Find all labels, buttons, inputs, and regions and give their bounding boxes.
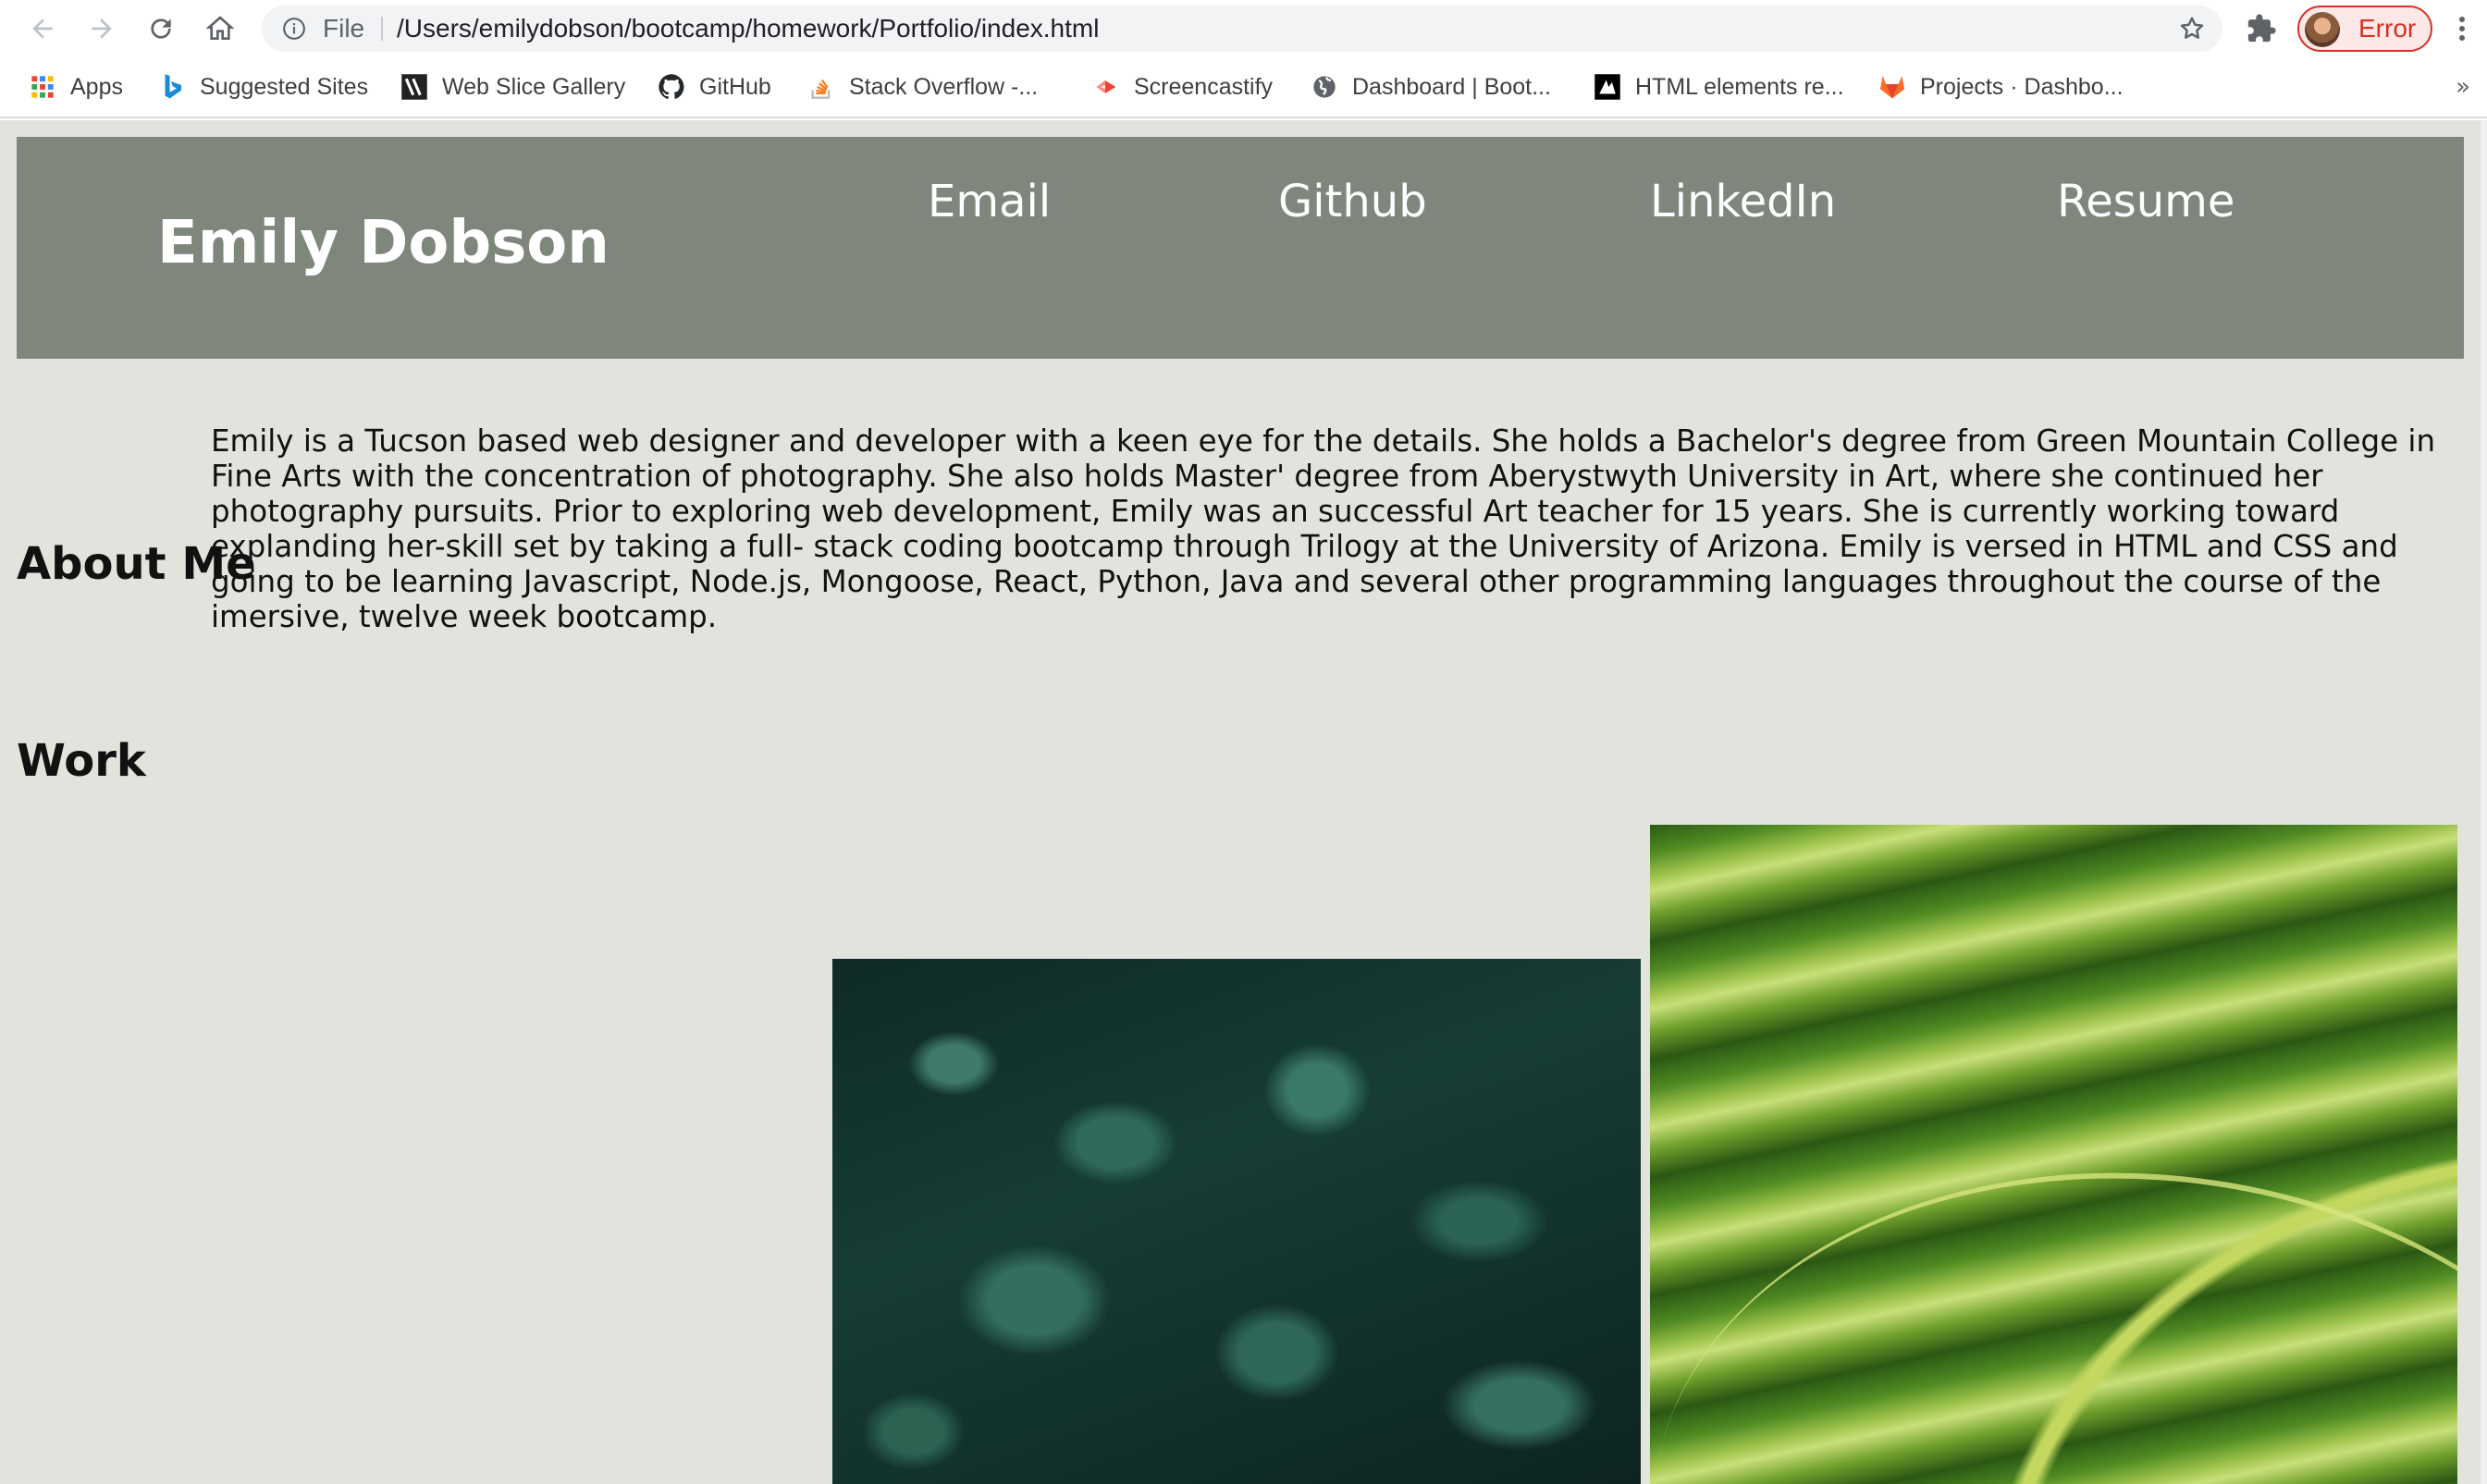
- work-image-green-leaf[interactable]: [1650, 825, 2457, 1484]
- nav-link-github[interactable]: Github: [1278, 176, 1427, 227]
- address-bar[interactable]: File /Users/emilydobson/bootcamp/homewor…: [262, 6, 2222, 52]
- url-scheme: File: [323, 14, 365, 43]
- bookmark-label: Suggested Sites: [200, 73, 369, 100]
- home-button[interactable]: [200, 8, 240, 49]
- arrow-left-icon: [32, 18, 53, 39]
- star-icon[interactable]: [2178, 15, 2206, 43]
- work-image-evergreen-trees[interactable]: [832, 959, 1641, 1484]
- apps-grid-icon: [28, 72, 57, 102]
- url-text[interactable]: /Users/emilydobson/bootcamp/homework/Por…: [397, 6, 1099, 52]
- github-icon: [657, 72, 686, 102]
- globe-icon: [1310, 72, 1339, 102]
- browser-toolbar: File /Users/emilydobson/bootcamp/homewor…: [0, 0, 2487, 57]
- url-separator: [381, 17, 383, 41]
- web-slice-icon: [400, 72, 429, 102]
- bookmarks-bar: Apps Suggested Sites Web Slice Gallery G…: [0, 57, 2487, 118]
- site-title: Emily Dobson: [157, 209, 609, 277]
- reload-button[interactable]: [141, 8, 181, 49]
- nav-link-email[interactable]: Email: [928, 176, 1051, 227]
- page-scrollbar[interactable]: [2481, 120, 2487, 1484]
- stackoverflow-icon: [806, 72, 836, 102]
- bookmark-suggested-sites[interactable]: Suggested Sites: [157, 57, 368, 117]
- bookmark-label: Projects · Dashbo...: [1920, 73, 2124, 100]
- bookmark-web-slice-gallery[interactable]: Web Slice Gallery: [400, 57, 625, 117]
- extensions-puzzle-icon[interactable]: [2246, 13, 2277, 44]
- forward-button[interactable]: [81, 8, 122, 49]
- bookmark-html-elements[interactable]: HTML elements re...: [1593, 57, 1844, 117]
- work-heading: Work: [17, 735, 146, 787]
- arrow-right-icon: [92, 18, 112, 39]
- profile-status: Error: [2358, 14, 2417, 43]
- bookmark-label: Web Slice Gallery: [442, 73, 626, 100]
- reload-icon: [151, 18, 171, 39]
- nav-link-resume[interactable]: Resume: [2057, 176, 2235, 227]
- back-button[interactable]: [22, 8, 63, 49]
- bookmark-dashboard-boot[interactable]: Dashboard | Boot...: [1310, 57, 1551, 117]
- bookmark-label: Stack Overflow -...: [849, 73, 1039, 100]
- bookmark-projects-dashboard[interactable]: Projects · Dashbo...: [1878, 57, 2124, 117]
- bookmark-label: Dashboard | Boot...: [1352, 73, 1551, 100]
- more-vert-icon[interactable]: [2453, 15, 2471, 43]
- page-content: Emily Dobson Email Github LinkedIn Resum…: [0, 120, 2487, 1484]
- bookmark-apps[interactable]: Apps: [28, 57, 123, 117]
- profile-button[interactable]: Error: [2297, 6, 2432, 52]
- bookmark-screencastify[interactable]: Screencastify: [1091, 57, 1273, 117]
- bookmark-label: Apps: [70, 73, 123, 100]
- info-icon[interactable]: [282, 17, 306, 41]
- mdn-icon: [1593, 72, 1622, 102]
- about-paragraph: Emily is a Tucson based web designer and…: [211, 423, 2436, 634]
- home-icon: [205, 16, 235, 40]
- bookmark-label: GitHub: [699, 73, 771, 100]
- bookmark-github[interactable]: GitHub: [657, 57, 771, 117]
- bing-icon: [157, 72, 187, 102]
- more-bookmarks-chevron-icon[interactable]: »: [2456, 57, 2470, 117]
- nav-link-linkedin[interactable]: LinkedIn: [1650, 176, 1836, 227]
- screencastify-icon: [1091, 72, 1121, 102]
- gitlab-icon: [1878, 72, 1907, 102]
- hero-header: Emily Dobson Email Github LinkedIn Resum…: [17, 137, 2464, 359]
- avatar: [2305, 12, 2340, 47]
- bookmark-stack-overflow[interactable]: Stack Overflow -...: [806, 57, 1038, 117]
- bookmark-label: HTML elements re...: [1635, 73, 1844, 100]
- bookmark-label: Screencastify: [1134, 73, 1274, 100]
